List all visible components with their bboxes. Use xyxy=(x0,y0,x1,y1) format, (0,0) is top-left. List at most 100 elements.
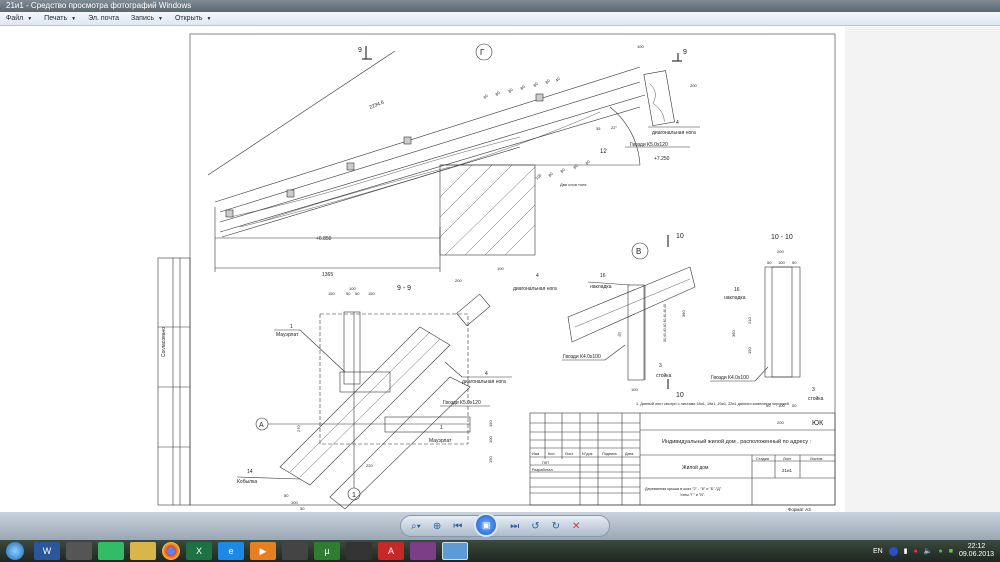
dim-label: 80 xyxy=(532,80,539,87)
dim-label: 80 xyxy=(519,83,526,90)
level-mark: +7.250 xyxy=(654,156,670,162)
callout-label: диагональная нога xyxy=(462,379,506,385)
dim-label: 30,40,40,40,40,40,40,40 xyxy=(663,304,667,342)
control-panel: ⌕▾ ⊕ ⏮ ▣ ⏭ ↺ ↻ ✕ xyxy=(400,513,610,537)
dim-label: 50 xyxy=(355,291,360,296)
dropdown-arrow-icon: ▼ xyxy=(206,16,212,22)
section-mark: 9 xyxy=(683,49,687,56)
next-button[interactable]: ⏭ xyxy=(510,521,519,532)
dim-label: 360 xyxy=(681,310,686,317)
column-header: Подпись xyxy=(602,452,617,456)
approval-strip xyxy=(157,257,191,506)
actual-size-icon[interactable]: ⊕ xyxy=(433,521,441,532)
image-viewer: Согласовано Г 9 2234.6 +6.850 1365 +7.25… xyxy=(0,27,1000,512)
previous-button[interactable]: ⏮ xyxy=(453,521,462,532)
dim-label: 150 xyxy=(747,347,752,354)
dim-label: 2234.6 xyxy=(369,99,386,110)
drawing: Согласовано Г 9 2234.6 +6.850 1365 +7.25… xyxy=(157,33,836,512)
photo-viewer-icon[interactable] xyxy=(442,542,468,560)
chrome-icon[interactable] xyxy=(162,542,180,560)
taskbar: W X e ▶ µ A EN ▮ ● 🔈 ● ■ 22:12 09.06.2013 xyxy=(0,540,1000,562)
callout-label: Гвозди К4.0х100 xyxy=(711,375,749,381)
menu-print[interactable]: Печать ▼ xyxy=(44,12,76,25)
menu-open[interactable]: Открыть ▼ xyxy=(175,12,211,25)
axis-mark: 1 xyxy=(352,492,356,499)
callout-label: Гвозди К5.0х120 xyxy=(443,400,481,406)
network-icon[interactable]: ▮ xyxy=(904,547,908,555)
callout-label: стойка xyxy=(656,372,672,379)
app-icon[interactable] xyxy=(282,542,308,560)
menu-label: Открыть xyxy=(174,15,203,22)
language-indicator[interactable]: EN xyxy=(873,548,883,555)
word-icon[interactable]: W xyxy=(34,542,60,560)
callout-label: Гвозди К4.0х100 xyxy=(563,354,601,360)
menu-file[interactable]: Файл ▼ xyxy=(6,12,32,25)
date: 09.06.2013 xyxy=(958,551,994,558)
dim-label: 360 xyxy=(731,330,736,337)
excel-icon[interactable]: X xyxy=(186,542,212,560)
media-player-icon[interactable]: ▶ xyxy=(250,542,276,560)
column-header: Изм xyxy=(532,452,539,456)
building-name: Жилой дом xyxy=(682,464,709,471)
utorrent-icon[interactable]: µ xyxy=(314,542,340,560)
dim-label: 50 xyxy=(792,403,797,408)
dim-label: 50 xyxy=(300,506,305,511)
dim-label: 80 xyxy=(544,77,551,84)
dim-label: 35 xyxy=(596,126,601,131)
utorrent-tray-icon[interactable]: ● xyxy=(938,548,942,555)
angle-label: 22° xyxy=(611,125,617,130)
section-9-9: 9 - 9 100 150 50 50 150 1 Мауэрлат 4 диа… xyxy=(236,266,512,511)
callout-label: Кобылка xyxy=(237,479,257,485)
dim-label: 100 xyxy=(631,387,638,392)
role-label: Разработал xyxy=(532,468,553,472)
drawing-frame xyxy=(189,33,836,506)
callout-label: диагональная нога xyxy=(652,130,696,136)
menu-label: Эл. почта xyxy=(88,15,120,22)
start-button[interactable] xyxy=(6,542,24,560)
dim-label: 1365 xyxy=(322,272,333,278)
section-mark: 10 xyxy=(676,233,684,240)
app-icon[interactable] xyxy=(346,542,372,560)
dim-label: 200 xyxy=(455,278,462,283)
dim-label: 100 xyxy=(637,44,644,49)
clock[interactable]: 22:12 09.06.2013 xyxy=(959,543,994,559)
volume-icon[interactable]: 🔈 xyxy=(924,547,933,555)
delete-icon[interactable]: ✕ xyxy=(572,521,580,532)
rotate-right-icon[interactable]: ↻ xyxy=(552,521,560,532)
dim-label: 150 xyxy=(328,291,335,296)
section-title: 10 - 10 xyxy=(771,234,793,241)
sheet-description: Деревянная крыша в осях "2" - "6" и "Б"-… xyxy=(645,487,722,491)
app-icon[interactable] xyxy=(98,542,124,560)
dim-label: 30 xyxy=(616,331,622,338)
column-header: Кол. xyxy=(548,452,556,456)
callout-label: Два слоя толя xyxy=(560,182,586,187)
folder-icon[interactable] xyxy=(130,542,156,560)
menu-burn[interactable]: Запись ▼ xyxy=(131,12,163,25)
menu-label: Печать xyxy=(44,15,68,22)
menu-email[interactable]: Эл. почта xyxy=(88,12,119,25)
acrobat-icon[interactable]: A xyxy=(378,542,404,560)
ie-icon[interactable]: e xyxy=(218,542,244,560)
antivirus-icon[interactable]: ● xyxy=(914,548,918,555)
callout-number: 4 xyxy=(485,371,488,377)
role-label: ГКП xyxy=(542,461,549,465)
sheet-number: 21и1 xyxy=(782,468,793,473)
dim-label: 60 xyxy=(482,92,489,99)
help-icon[interactable] xyxy=(888,546,898,556)
callout-number: 12 xyxy=(600,149,607,155)
callout-number: 4 xyxy=(536,273,539,279)
axis-mark: А xyxy=(259,422,264,429)
window-title: 21и1 - Средство просмотра фотографий Win… xyxy=(0,0,1000,12)
menu-bar: Файл ▼ Печать ▼ Эл. почта Запись ▼ Открыть ▼ xyxy=(0,12,1000,26)
node-mark: Г xyxy=(480,48,485,57)
winrar-icon[interactable] xyxy=(410,542,436,560)
zoom-icon[interactable]: ⌕▾ xyxy=(411,521,421,532)
dim-label: 100 xyxy=(291,500,298,505)
game-icon[interactable] xyxy=(66,542,92,560)
system-tray: EN ▮ ● 🔈 ● ■ 22:12 09.06.2013 xyxy=(873,540,994,562)
column-header: N°док. xyxy=(582,452,593,456)
nvidia-icon[interactable]: ■ xyxy=(949,548,953,555)
slideshow-button[interactable]: ▣ xyxy=(474,513,499,537)
rotate-left-icon[interactable]: ↺ xyxy=(531,521,539,532)
callout-label: стойка xyxy=(808,395,824,402)
